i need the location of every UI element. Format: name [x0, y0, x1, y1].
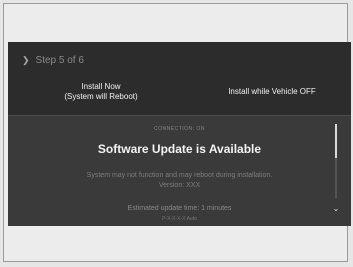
version-text: Version: XXX [158, 182, 201, 189]
notice-message: System may not function and may reboot d… [38, 171, 321, 191]
estimated-update-time: Estimated update time: 1 minutes [127, 205, 232, 212]
cut-off-text: P-X-X-X-X Auto [162, 216, 197, 222]
install-now-label: Install Now [81, 82, 121, 91]
step-indicator: ❯ Step 5 of 6 [22, 55, 84, 66]
chevron-right-icon: ❯ [22, 55, 30, 65]
connection-status: CONNECTION: ON [154, 126, 205, 132]
infotainment-screen: ❯ Step 5 of 6 Install Now (System will Re… [8, 42, 351, 226]
scrollbar-thumb[interactable] [335, 124, 337, 158]
install-while-vehicle-off-button[interactable]: Install while Vehicle OFF [212, 87, 332, 97]
notice-title: Software Update is Available [97, 142, 262, 156]
chevron-down-icon[interactable]: ⌄ [330, 204, 342, 214]
install-now-sublabel: (System will Reboot) [64, 92, 138, 101]
install-now-button[interactable]: Install Now (System will Reboot) [56, 82, 146, 102]
step-text: Step 5 of 6 [35, 55, 84, 66]
figure-frame: ❯ Step 5 of 6 Install Now (System will Re… [3, 3, 351, 262]
update-notice-panel: CONNECTION: ON Software Update is Availa… [8, 116, 351, 226]
notice-message-line: System may not function and may reboot d… [86, 172, 273, 179]
